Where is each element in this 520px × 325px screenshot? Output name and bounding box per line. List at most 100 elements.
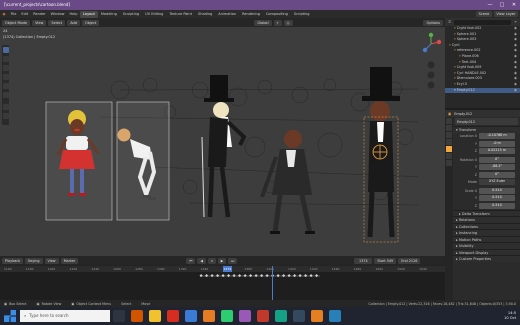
workspace-tab-animation[interactable]: Animation — [215, 11, 239, 18]
object-properties-tab-icon[interactable] — [446, 146, 452, 152]
app-icon-10[interactable] — [293, 310, 305, 322]
menu-help[interactable]: Help — [67, 12, 80, 16]
store-app-icon[interactable] — [185, 310, 197, 322]
scale-x-field[interactable]: 0.514 — [479, 187, 515, 194]
relations-label: Relations — [458, 218, 475, 222]
data-properties-tab-icon[interactable] — [446, 160, 452, 166]
start-menu-icon[interactable] — [4, 310, 16, 322]
rotation-x-field[interactable]: 0° — [479, 156, 515, 163]
workspace-tab-layout[interactable]: Layout — [79, 10, 98, 18]
location-x-field[interactable]: -0.10768 m — [479, 133, 515, 140]
timeline-keyframe-area[interactable] — [0, 272, 445, 300]
blender-taskbar-icon[interactable] — [203, 310, 215, 322]
app-icon-6[interactable] — [221, 310, 233, 322]
visibility-label: Visibility — [458, 244, 474, 248]
object-mode-dropdown[interactable]: Object Mode — [2, 19, 31, 26]
start-frame-field[interactable]: Start 549 — [374, 257, 397, 264]
workspace-tab-shading[interactable]: Shading — [195, 11, 215, 18]
minimize-button[interactable]: — — [484, 0, 496, 10]
keyframe-diamond — [309, 274, 313, 278]
mail-app-icon[interactable] — [167, 310, 179, 322]
keyframe-diamond — [238, 274, 242, 278]
workspace-tab-sculpting[interactable]: Sculpting — [120, 11, 142, 18]
snap-icon[interactable]: ⌖ — [273, 19, 282, 26]
taskbar-search-box[interactable]: ⌕ Type here to search — [20, 310, 110, 322]
timeline-header: Playback Keying View Marker ⏮ ◀ ⏸ ▶ ⏭ 13… — [0, 256, 445, 265]
app-icon-11[interactable] — [311, 310, 323, 322]
blender-logo-icon[interactable]: ◉ — [0, 12, 8, 16]
app-icon-8[interactable] — [257, 310, 269, 322]
viewport-menu-add[interactable]: Add — [67, 19, 80, 26]
timeline-menu-keying[interactable]: Keying — [25, 257, 43, 264]
viewport-menu-object[interactable]: Object — [81, 19, 100, 26]
rotation-label: Rotation X — [459, 157, 477, 162]
outliner-row[interactable]: ▿ Empty.012 ◉ — [445, 87, 520, 94]
task-view-icon[interactable] — [113, 310, 125, 322]
viewport-menu-select[interactable]: Select — [48, 19, 66, 26]
workspace-tab-uv-editing[interactable]: UV Editing — [142, 11, 166, 18]
scale-y-label: Y — [474, 196, 477, 201]
constraint-properties-tab-icon[interactable] — [446, 153, 452, 159]
clock-date: 10 Oct — [504, 316, 516, 320]
timeline-menu-marker[interactable]: Marker — [60, 257, 79, 264]
render-properties-tab-icon[interactable] — [446, 125, 452, 131]
jump-end-icon[interactable]: ⏭ — [228, 257, 238, 264]
rotation-z-field[interactable]: 0° — [479, 171, 515, 178]
view-layer-selector[interactable]: View Layer — [493, 11, 518, 17]
workspace-tab-compositing[interactable]: Compositing — [263, 11, 291, 18]
file-explorer-icon[interactable] — [149, 310, 161, 322]
workspace-tab-rendering[interactable]: Rendering — [239, 11, 263, 18]
scale-y-field[interactable]: 0.514 — [479, 195, 515, 202]
play-icon[interactable]: ▶ — [217, 257, 227, 264]
play-reverse-icon[interactable]: ◀ — [197, 257, 206, 264]
menu-render[interactable]: Render — [31, 12, 48, 16]
transform-orientation-dropdown[interactable]: Global — [254, 19, 272, 26]
location-y-row: Y -0 m — [453, 140, 520, 148]
close-button[interactable]: ✕ — [508, 0, 520, 10]
rotation-y-field[interactable]: -88.2° — [479, 164, 515, 171]
browser-app-icon[interactable] — [131, 310, 143, 322]
workspace-tab-texture-paint[interactable]: Texture Paint — [166, 11, 195, 18]
menu-window[interactable]: Window — [48, 12, 67, 16]
location-z-field[interactable]: 0.02215 m — [479, 148, 515, 155]
scene-properties-tab-icon[interactable] — [446, 139, 452, 145]
navigation-gizmo[interactable] — [418, 31, 444, 101]
timeline-menu-playback[interactable]: Playback — [2, 257, 24, 264]
scale-z-field[interactable]: 0.514 — [479, 202, 515, 209]
output-properties-tab-icon[interactable] — [446, 132, 452, 138]
outliner-row-label: Dlemulare.003 — [456, 76, 482, 81]
object-name-field[interactable]: Empty.012 — [455, 118, 518, 125]
viewport-menu-view[interactable]: View — [32, 19, 47, 26]
custom-properties-section[interactable]: ▸ Custom Properties — [453, 255, 520, 262]
jump-start-icon[interactable]: ⏮ — [186, 257, 196, 264]
3d-viewport[interactable]: 24 (1374) Collection | Empty.012 — [0, 27, 445, 256]
pause-icon[interactable]: ⏸ — [207, 257, 216, 264]
rotation-mode-dropdown[interactable]: XYZ Euler — [479, 179, 515, 186]
rotation-x-row: Rotation X 0° — [453, 156, 520, 164]
workspace-tab-modeling[interactable]: Modeling — [98, 11, 120, 18]
system-clock[interactable]: 14:5 10 Oct — [504, 311, 516, 321]
timeline-menu-view[interactable]: View — [44, 257, 59, 264]
location-y-field[interactable]: -0 m — [479, 140, 515, 147]
playhead-line[interactable] — [272, 266, 273, 300]
start-frame-value: 549 — [386, 258, 394, 263]
scene-selector[interactable]: Scene — [476, 11, 492, 17]
current-frame-field[interactable]: 1374 — [354, 257, 373, 264]
outliner-search-input[interactable] — [454, 19, 512, 25]
end-frame-field[interactable]: End 2126 — [398, 257, 421, 264]
location-z-row: Z 0.02215 m — [453, 148, 520, 156]
app-icon-9[interactable] — [275, 310, 287, 322]
app-icon-12[interactable] — [329, 310, 341, 322]
workspace-tab-scripting[interactable]: Scripting — [291, 11, 313, 18]
eye-icon[interactable]: ◉ — [514, 88, 517, 94]
app-icon-7[interactable] — [239, 310, 251, 322]
menu-file[interactable]: File — [8, 12, 19, 16]
tool-properties-tab-icon[interactable] — [446, 118, 452, 124]
maximize-button[interactable]: □ — [496, 0, 508, 10]
status-bar: ▣ Box Select ▣ Rotate View ▣ Object Cont… — [0, 300, 520, 307]
menu-edit[interactable]: Edit — [19, 12, 31, 16]
proportional-edit-icon[interactable]: ◎ — [283, 19, 293, 26]
viewport-options-dropdown[interactable]: Options — [423, 19, 443, 26]
outliner-filter-icon[interactable]: ☰ — [448, 20, 451, 24]
outliner-funnel-icon[interactable]: ⏷ — [514, 20, 517, 24]
